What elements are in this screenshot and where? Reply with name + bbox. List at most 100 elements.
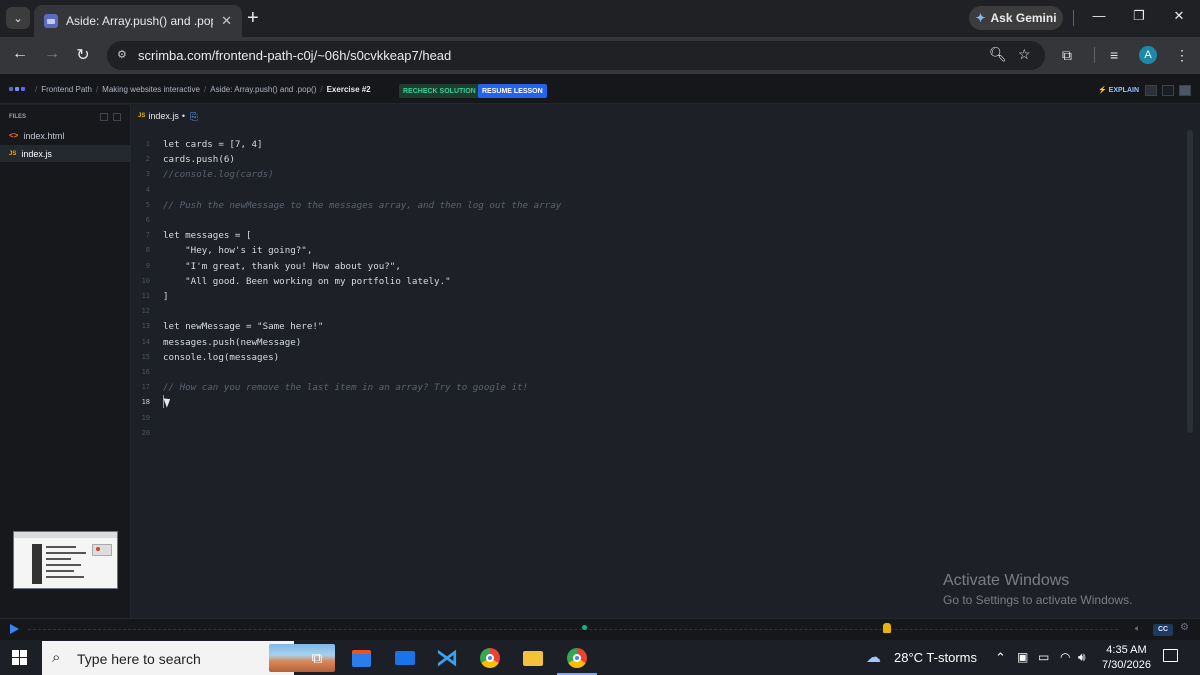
- editor-tab-bar: JS index.js •: [132, 105, 1200, 129]
- code-line[interactable]: 18: [132, 395, 1172, 410]
- code-line[interactable]: 16: [132, 365, 1172, 380]
- windows-start-icon[interactable]: [12, 650, 27, 665]
- extensions-puzzle-icon[interactable]: ⧉: [1062, 47, 1072, 64]
- new-folder-icon[interactable]: [113, 113, 121, 121]
- code-comment[interactable]: // Push the newMessage to the messages a…: [163, 198, 561, 213]
- url-text[interactable]: scrimba.com/frontend-path-c0j/~06h/s0cvk…: [138, 48, 451, 63]
- weather-storm-icon[interactable]: ☁: [866, 648, 881, 666]
- clock-date: 7/30/2026: [1102, 659, 1151, 671]
- zoom-icon[interactable]: 🔍︎: [989, 46, 1007, 63]
- settings-gear-icon[interactable]: ⚙: [1180, 622, 1189, 633]
- breadcrumb-module[interactable]: Making websites interactive: [102, 85, 200, 94]
- code-line[interactable]: 3 //console.log(cards): [132, 167, 1172, 182]
- scrimba-logo-icon[interactable]: [9, 84, 27, 94]
- timeline-track[interactable]: [28, 629, 1118, 630]
- tab-close-icon[interactable]: ✕: [221, 13, 232, 29]
- breadcrumb-lesson[interactable]: Aside: Array.push() and .pop(): [210, 85, 316, 94]
- new-tab-button[interactable]: +: [247, 8, 259, 28]
- profile-avatar[interactable]: A: [1139, 46, 1157, 64]
- file-explorer-icon[interactable]: [521, 646, 545, 670]
- reading-list-icon[interactable]: ≡: [1110, 47, 1118, 63]
- close-window-icon[interactable]: ✕: [1169, 8, 1189, 24]
- wifi-icon[interactable]: ◠: [1060, 650, 1070, 664]
- explain-button[interactable]: ⚡ EXPLAIN: [1098, 86, 1139, 94]
- file-item-index-html[interactable]: <> index.html: [0, 127, 131, 144]
- browser-menu-icon[interactable]: ⋮: [1175, 47, 1189, 64]
- code-comment[interactable]: //console.log(cards): [163, 167, 274, 182]
- code-line[interactable]: 8 "Hey, how's it going?",: [132, 243, 1172, 258]
- line-number: 20: [141, 428, 150, 437]
- speaker-icon[interactable]: 🔊︎: [1078, 650, 1086, 665]
- play-icon[interactable]: [10, 624, 19, 634]
- volume-icon[interactable]: 🔈︎: [1135, 623, 1140, 634]
- microsoft-store-icon[interactable]: [349, 646, 373, 670]
- webcam-thumbnail[interactable]: [13, 531, 118, 589]
- code-text[interactable]: let cards = [7, 4]: [163, 137, 263, 152]
- code-comment[interactable]: // How can you remove the last item in a…: [163, 380, 528, 395]
- code-text[interactable]: "Hey, how's it going?",: [163, 243, 312, 258]
- assistant-bot-icon[interactable]: [883, 623, 891, 633]
- code-line[interactable]: 12: [132, 304, 1172, 319]
- show-hidden-icons-chevron-icon[interactable]: ⌃: [995, 650, 1006, 666]
- editor-scrollbar[interactable]: [1187, 130, 1193, 433]
- layout-toggle-icon[interactable]: [1145, 85, 1157, 96]
- notification-center-icon[interactable]: [1163, 649, 1178, 662]
- code-line[interactable]: 7 let messages = [: [132, 228, 1172, 243]
- layout-split-icon[interactable]: [1162, 85, 1174, 96]
- site-info-icon[interactable]: ⚙: [117, 48, 131, 62]
- forward-arrow-icon[interactable]: →: [41, 45, 63, 63]
- system-clock[interactable]: 4:35 AM 7/30/2026: [1102, 643, 1151, 673]
- code-line[interactable]: 17 // How can you remove the last item in…: [132, 380, 1172, 395]
- code-line[interactable]: 4: [132, 183, 1172, 198]
- layout-preview-icon[interactable]: [1179, 85, 1191, 96]
- code-line[interactable]: 1 let cards = [7, 4]: [132, 137, 1172, 152]
- meet-now-icon[interactable]: ▣: [1017, 650, 1028, 664]
- code-text[interactable]: cards.push(6): [163, 152, 235, 167]
- editor-tab-index-js[interactable]: JS index.js •: [138, 111, 185, 121]
- file-item-index-js[interactable]: JS index.js: [0, 145, 131, 162]
- mail-icon[interactable]: [393, 646, 417, 670]
- code-editor[interactable]: 1 let cards = [7, 4] 2 cards.push(6) 3 //cons…: [132, 129, 1200, 618]
- code-line[interactable]: 5 // Push the newMessage to the messages …: [132, 198, 1172, 213]
- back-arrow-icon[interactable]: ←: [9, 45, 31, 63]
- bookmark-star-icon[interactable]: ☆: [1018, 46, 1031, 63]
- weather-text[interactable]: 28°C T-storms: [894, 650, 977, 665]
- battery-icon[interactable]: ▭: [1038, 650, 1049, 664]
- address-bar[interactable]: ⚙ scrimba.com/frontend-path-c0j/~06h/s0c…: [107, 41, 1045, 70]
- minimize-icon[interactable]: —: [1089, 8, 1109, 23]
- code-line[interactable]: 6: [132, 213, 1172, 228]
- new-file-icon[interactable]: [100, 113, 108, 121]
- code-line[interactable]: 11]: [132, 289, 1172, 304]
- code-line[interactable]: 15 console.log(messages): [132, 350, 1172, 365]
- code-line[interactable]: 19: [132, 411, 1172, 426]
- breadcrumb-frontend-path[interactable]: Frontend Path: [41, 85, 92, 94]
- task-view-icon[interactable]: ⧉: [305, 646, 329, 670]
- code-text[interactable]: console.log(messages): [163, 350, 279, 365]
- taskbar-search-box[interactable]: ⌕ Type here to search: [42, 641, 335, 675]
- code-line[interactable]: 20: [132, 426, 1172, 441]
- ask-gemini-button[interactable]: ✦ Ask Gemini: [969, 6, 1063, 30]
- recheck-solution-button[interactable]: RECHECK SOLUTION: [399, 84, 480, 98]
- code-text[interactable]: "I'm great, thank you! How about you?",: [163, 259, 401, 274]
- tab-search-chevron-icon[interactable]: ⌄: [6, 7, 30, 29]
- code-line[interactable]: 13 let newMessage = "Same here!": [132, 319, 1172, 334]
- add-file-icon[interactable]: ⎘: [190, 112, 198, 123]
- restore-icon[interactable]: ❐: [1129, 8, 1149, 24]
- code-line[interactable]: 10 "All good. Been working on my portfol…: [132, 274, 1172, 289]
- chrome-profile-icon[interactable]: [557, 646, 597, 675]
- code-text[interactable]: "All good. Been working on my portfolio …: [163, 274, 451, 289]
- reload-icon[interactable]: ↻: [72, 45, 94, 65]
- code-line[interactable]: 14 messages.push(newMessage): [132, 335, 1172, 350]
- timeline-marker[interactable]: [582, 625, 587, 630]
- vscode-icon[interactable]: ⋊: [435, 645, 459, 670]
- browser-tab-active[interactable]: Aside: Array.push() and .pop() ✕: [34, 5, 242, 37]
- code-text[interactable]: let messages = [: [163, 228, 252, 243]
- captions-button[interactable]: CC: [1153, 624, 1173, 636]
- code-text[interactable]: ]: [163, 289, 169, 304]
- code-line[interactable]: 9 "I'm great, thank you! How about you?"…: [132, 259, 1172, 274]
- code-text[interactable]: let newMessage = "Same here!": [163, 319, 323, 334]
- resume-lesson-button[interactable]: RESUME LESSON: [478, 84, 547, 98]
- code-line[interactable]: 2 cards.push(6): [132, 152, 1172, 167]
- chrome-icon[interactable]: [478, 646, 502, 670]
- code-text[interactable]: messages.push(newMessage): [163, 335, 301, 350]
